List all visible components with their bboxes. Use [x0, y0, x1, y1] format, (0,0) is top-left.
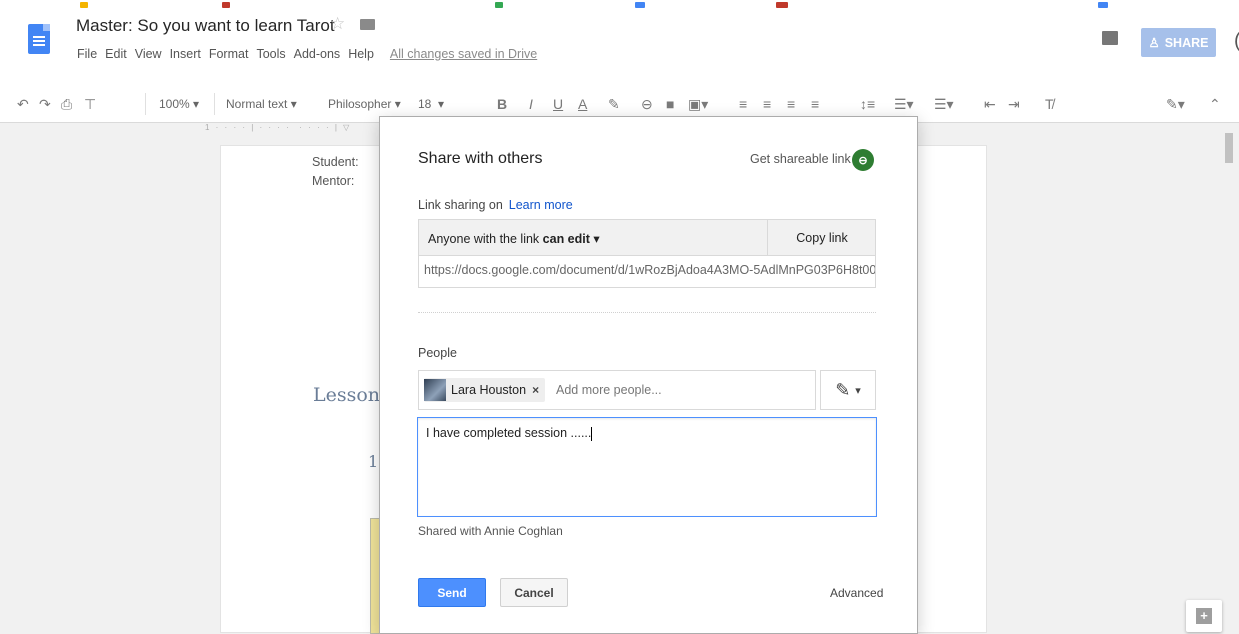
folder-icon[interactable]: [360, 19, 375, 30]
highlight-icon[interactable]: ✎: [608, 96, 620, 113]
undo-icon[interactable]: ↶: [17, 96, 29, 113]
copy-link-button[interactable]: Copy link: [767, 219, 876, 256]
scrollbar[interactable]: [1225, 133, 1233, 163]
remove-person-icon[interactable]: ×: [532, 383, 539, 397]
bold-button[interactable]: B: [497, 96, 507, 112]
mentor-label: Mentor:: [312, 174, 355, 188]
text-color-button[interactable]: A: [578, 96, 587, 112]
share-button[interactable]: ♙ SHARE: [1141, 28, 1216, 57]
text-caret: [591, 426, 593, 441]
editing-mode-icon[interactable]: ✎▾: [1166, 96, 1185, 113]
link-sharing-status: Link sharing on Learn more: [418, 198, 573, 212]
comment-add-icon[interactable]: ■: [666, 96, 674, 112]
save-status[interactable]: All changes saved in Drive: [390, 47, 537, 61]
zoom-select[interactable]: 100% ▾: [159, 97, 199, 111]
redo-icon[interactable]: ↷: [39, 96, 51, 113]
line-spacing-icon[interactable]: ↕≡: [860, 96, 875, 112]
menu-tools[interactable]: Tools: [256, 47, 285, 61]
toolbar-divider: [145, 93, 146, 115]
menu-help[interactable]: Help: [348, 47, 374, 61]
align-left-icon[interactable]: ≡: [739, 96, 747, 112]
numbered-list-icon[interactable]: ☰▾: [894, 96, 914, 113]
font-size-value: 18: [418, 97, 432, 111]
menu-bar: File Edit View Insert Format Tools Add-o…: [77, 47, 545, 61]
font-value: Philosopher: [328, 97, 392, 111]
decrease-indent-icon[interactable]: ⇤: [984, 96, 996, 113]
menu-insert[interactable]: Insert: [170, 47, 201, 61]
person-lock-icon: ♙: [1148, 36, 1160, 50]
learn-more-link[interactable]: Learn more: [509, 198, 573, 212]
star-icon[interactable]: ☆: [330, 14, 345, 34]
share-url-field[interactable]: https://docs.google.com/document/d/1wRoz…: [418, 256, 876, 288]
lesson-heading: Lesson: [313, 384, 381, 406]
link-access-dropdown[interactable]: Anyone with the link can edit ▾: [428, 231, 600, 246]
avatar: [424, 379, 446, 401]
send-button[interactable]: Send: [418, 578, 486, 607]
explore-icon: +: [1196, 608, 1212, 624]
share-button-label: SHARE: [1164, 35, 1209, 50]
style-value: Normal text: [226, 97, 288, 111]
menu-file[interactable]: File: [77, 47, 97, 61]
people-label: People: [418, 346, 457, 360]
paint-format-icon[interactable]: ⊤: [84, 96, 96, 113]
print-icon[interactable]: ⎙: [61, 96, 72, 113]
justify-icon[interactable]: ≡: [811, 96, 819, 112]
dialog-title: Share with others: [418, 150, 543, 167]
advanced-link[interactable]: Advanced: [830, 586, 883, 600]
italic-button[interactable]: I: [529, 96, 533, 112]
document-title[interactable]: Master: So you want to learn Tarot: [76, 16, 335, 36]
dialog-divider: [418, 312, 876, 313]
align-center-icon[interactable]: ≡: [763, 96, 771, 112]
explore-button[interactable]: +: [1186, 600, 1222, 632]
pencil-icon: ✎: [835, 379, 851, 400]
account-avatar-edge[interactable]: (: [1234, 30, 1239, 53]
permission-dropdown[interactable]: ✎ ▾: [820, 370, 876, 410]
link-icon[interactable]: ⊖: [641, 96, 653, 113]
collapse-icon[interactable]: ⌃: [1209, 96, 1221, 113]
menu-edit[interactable]: Edit: [105, 47, 127, 61]
person-chip[interactable]: Lara Houston ×: [424, 378, 546, 402]
dropdown-arrow-icon: ▾: [593, 232, 600, 246]
docs-logo-icon[interactable]: [28, 24, 50, 54]
menu-view[interactable]: View: [135, 47, 162, 61]
message-textarea[interactable]: I have completed session ......: [417, 417, 877, 517]
comments-icon[interactable]: [1102, 31, 1118, 45]
access-level: can edit: [542, 232, 590, 246]
person-chip-name: Lara Houston: [451, 383, 527, 397]
add-people-placeholder[interactable]: Add more people...: [556, 383, 662, 397]
clear-formatting-icon[interactable]: T̸: [1045, 96, 1054, 112]
menu-add-ons[interactable]: Add-ons: [294, 47, 341, 61]
align-right-icon[interactable]: ≡: [787, 96, 795, 112]
underline-button[interactable]: U: [553, 96, 563, 112]
font-select[interactable]: Philosopher ▾: [328, 97, 401, 111]
zoom-value: 100%: [159, 97, 190, 111]
link-sharing-text: Link sharing on: [418, 198, 503, 212]
student-label: Student:: [312, 155, 359, 169]
shared-with-text: Shared with Annie Coghlan: [418, 524, 563, 538]
style-select[interactable]: Normal text ▾: [226, 97, 297, 111]
font-size-select[interactable]: 18 ▾: [418, 97, 444, 111]
cancel-button[interactable]: Cancel: [500, 578, 568, 607]
image-icon[interactable]: ▣▾: [688, 96, 708, 113]
increase-indent-icon[interactable]: ⇥: [1008, 96, 1020, 113]
menu-format[interactable]: Format: [209, 47, 249, 61]
access-prefix: Anyone with the link: [428, 232, 540, 246]
link-icon[interactable]: ⊖: [852, 149, 874, 171]
chevron-down-icon: ▾: [855, 384, 861, 397]
toolbar-divider: [214, 93, 215, 115]
get-shareable-link[interactable]: Get shareable link: [750, 152, 851, 166]
message-text: I have completed session ......: [426, 426, 592, 440]
bulleted-list-icon[interactable]: ☰▾: [934, 96, 954, 113]
